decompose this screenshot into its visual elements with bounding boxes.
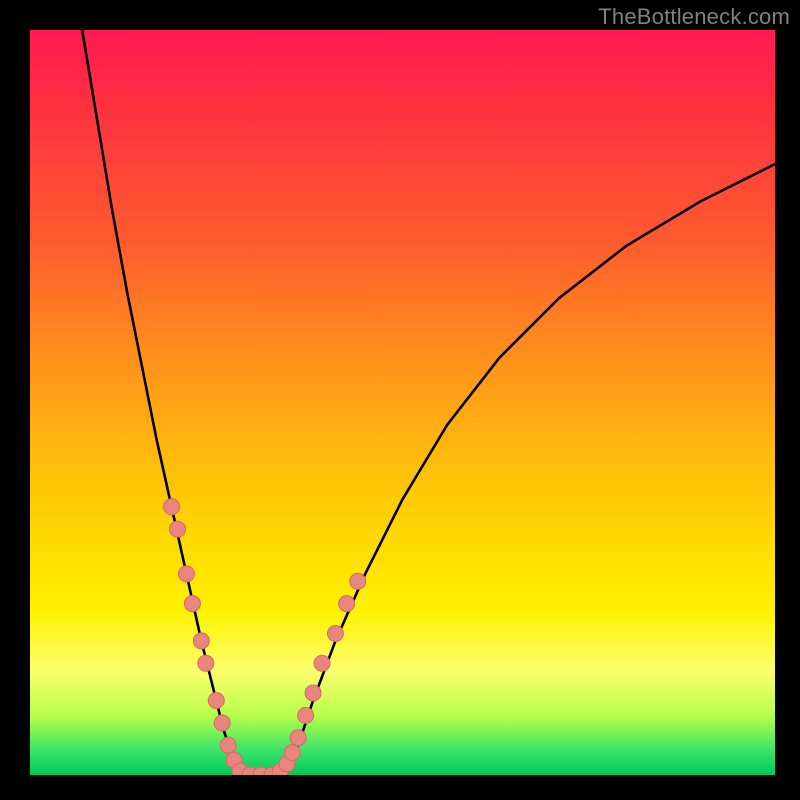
curve-right-branch xyxy=(283,164,775,775)
data-dot xyxy=(198,655,214,671)
data-dot xyxy=(350,573,366,589)
data-dot xyxy=(170,521,186,537)
chart-overlay xyxy=(30,30,775,775)
data-dot xyxy=(305,685,321,701)
data-dot xyxy=(193,633,209,649)
plot-area xyxy=(30,30,775,775)
data-dot xyxy=(164,499,180,515)
data-dot xyxy=(290,730,306,746)
outer-frame: TheBottleneck.com xyxy=(0,0,800,800)
data-dot xyxy=(184,596,200,612)
data-dot xyxy=(208,693,224,709)
data-dot xyxy=(284,745,300,761)
data-dot xyxy=(327,625,343,641)
data-dot xyxy=(220,737,236,753)
data-dot xyxy=(178,566,194,582)
data-dot xyxy=(314,655,330,671)
data-dot xyxy=(298,707,314,723)
curve-left-branch xyxy=(82,30,238,775)
attribution-text: TheBottleneck.com xyxy=(598,4,790,30)
data-dot xyxy=(339,596,355,612)
data-dot xyxy=(214,715,230,731)
